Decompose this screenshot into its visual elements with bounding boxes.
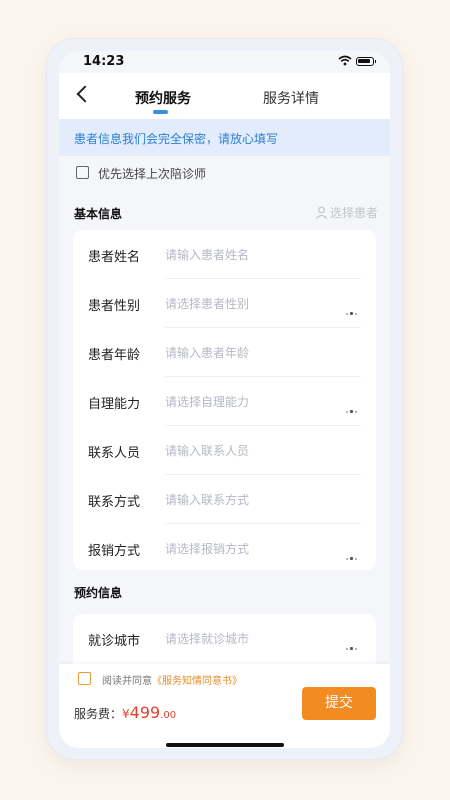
price-decimal: .00 xyxy=(160,710,177,721)
field-label: 患者性别 xyxy=(88,299,141,314)
agreement-text: 阅读并同意《服务知情同意书》 xyxy=(102,672,242,687)
contact-person-input[interactable]: 请输入联系人员 xyxy=(165,442,249,459)
field-reimbursement-method[interactable]: 报销方式 请选择报销方式 xyxy=(73,524,376,573)
tab-service-details[interactable]: 服务详情 xyxy=(263,88,319,108)
self-care-ability-select[interactable]: 请选择自理能力 xyxy=(165,393,249,410)
field-patient-age[interactable]: 患者年龄 请输入患者年龄 xyxy=(73,328,376,377)
battery-icon xyxy=(356,57,376,66)
field-patient-name[interactable]: 患者姓名 请输入患者姓名 xyxy=(73,230,376,279)
agreement-prefix: 阅读并同意 xyxy=(102,676,152,687)
patient-age-input[interactable]: 请输入患者年龄 xyxy=(165,344,249,361)
prefer-last-escort-checkbox[interactable] xyxy=(76,166,89,179)
patient-gender-select[interactable]: 请选择患者性别 xyxy=(165,295,249,312)
select-patient-label: 选择患者 xyxy=(330,206,379,220)
field-label: 就诊城市 xyxy=(88,634,141,649)
fee-label: 服务费： xyxy=(74,707,123,721)
submit-button[interactable]: 提交 xyxy=(302,687,376,720)
select-patient-button[interactable]: 选择患者 xyxy=(315,204,378,221)
tab-book-service[interactable]: 预约服务 xyxy=(135,88,191,108)
basic-info-title: 基本信息 xyxy=(74,207,123,221)
status-bar: 14:23 xyxy=(59,51,390,75)
consent-agreement-link[interactable]: 《服务知情同意书》 xyxy=(152,676,242,687)
more-dots-icon[interactable] xyxy=(346,303,359,322)
reimbursement-method-select[interactable]: 请选择报销方式 xyxy=(165,540,249,557)
privacy-notice-banner: 患者信息我们会完全保密，请放心填写 xyxy=(59,119,390,156)
more-dots-icon[interactable] xyxy=(346,548,359,567)
fee-price: ¥499.00 xyxy=(122,703,177,722)
nav-bar: 预约服务 服务详情 xyxy=(59,73,390,119)
prefer-last-escort-label: 优先选择上次陪诊师 xyxy=(98,167,207,181)
agreement-checkbox[interactable] xyxy=(78,672,91,685)
service-fee: 服务费：¥499.00 xyxy=(74,703,176,722)
field-self-care-ability[interactable]: 自理能力 请选择自理能力 xyxy=(73,377,376,426)
field-contact-method[interactable]: 联系方式 请输入联系方式 xyxy=(73,475,376,524)
person-icon xyxy=(315,206,328,219)
visit-city-select[interactable]: 请选择就诊城市 xyxy=(165,630,249,647)
active-tab-indicator xyxy=(153,110,168,114)
privacy-notice-text: 患者信息我们会完全保密，请放心填写 xyxy=(74,132,279,146)
field-visit-city[interactable]: 就诊城市 请选择就诊城市 xyxy=(73,614,376,663)
bottom-action-bar: 阅读并同意《服务知情同意书》 服务费：¥499.00 提交 xyxy=(59,664,390,748)
field-label: 报销方式 xyxy=(88,544,141,559)
more-dots-icon[interactable] xyxy=(346,638,359,657)
field-contact-person[interactable]: 联系人员 请输入联系人员 xyxy=(73,426,376,475)
contact-method-input[interactable]: 请输入联系方式 xyxy=(165,491,249,508)
field-label: 患者姓名 xyxy=(88,250,141,265)
home-indicator xyxy=(166,743,284,747)
field-label: 联系人员 xyxy=(88,446,141,461)
app-screen: 14:23 预约服务 服务详情 患者信息我们会完全保密，请放心填写 优先选择上次… xyxy=(59,51,390,748)
field-patient-gender[interactable]: 患者性别 请选择患者性别 xyxy=(73,279,376,328)
field-label: 患者年龄 xyxy=(88,348,141,363)
currency-symbol: ¥ xyxy=(122,707,130,721)
back-arrow-icon[interactable] xyxy=(76,85,94,103)
field-label: 自理能力 xyxy=(88,397,141,412)
status-time: 14:23 xyxy=(83,54,125,69)
appointment-info-title: 预约信息 xyxy=(74,586,123,600)
price-integer: 499 xyxy=(129,703,161,722)
prefer-last-escort-option[interactable]: 优先选择上次陪诊师 xyxy=(59,156,390,190)
patient-name-input[interactable]: 请输入患者姓名 xyxy=(165,246,249,263)
more-dots-icon[interactable] xyxy=(346,401,359,420)
basic-info-card: 患者姓名 请输入患者姓名 患者性别 请选择患者性别 患者年龄 请输入患者年龄 自… xyxy=(73,230,376,570)
field-label: 联系方式 xyxy=(88,495,141,510)
wifi-icon xyxy=(338,55,352,66)
